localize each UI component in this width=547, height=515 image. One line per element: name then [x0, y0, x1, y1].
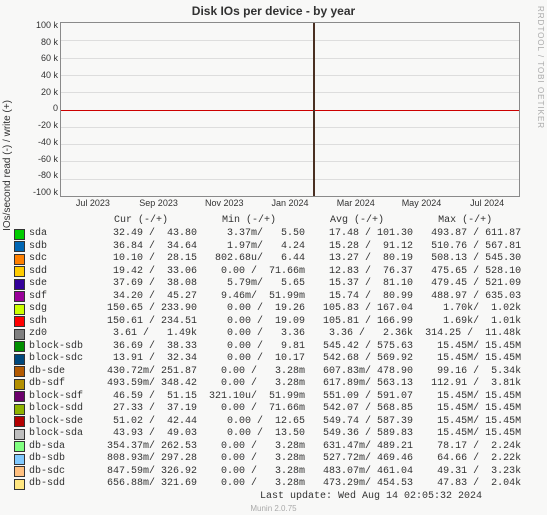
color-swatch: [14, 304, 25, 315]
color-swatch: [14, 479, 25, 490]
legend-row: db-sdd 656.88m/ 321.69 0.00 / 3.28m 473.…: [14, 478, 521, 491]
legend-row: db-sdc 847.59m/ 326.92 0.00 / 3.28m 483.…: [14, 466, 521, 479]
x-tick: Jul 2024: [454, 198, 520, 212]
x-tick: Sep 2023: [126, 198, 192, 212]
data-spike: [313, 23, 315, 196]
chart-title: Disk IOs per device - by year: [0, 4, 547, 18]
y-tick: -100 k: [22, 187, 58, 197]
zero-line: [61, 110, 519, 111]
color-swatch: [14, 316, 25, 327]
footer: Munin 2.0.75: [0, 504, 547, 513]
y-tick: -20 k: [22, 120, 58, 130]
legend-text: db-sdf 493.59m/ 348.42 0.00 / 3.28m 617.…: [29, 378, 521, 391]
legend-row: zd0 3.61 / 1.49k 0.00 / 3.36 3.36 / 2.36…: [14, 328, 521, 341]
color-swatch: [14, 391, 25, 402]
color-swatch: [14, 341, 25, 352]
color-swatch: [14, 429, 25, 440]
legend-text: sdd 19.42 / 33.06 0.00 / 71.66m 12.83 / …: [29, 266, 521, 279]
legend-text: sdf 34.20 / 45.27 9.46m/ 51.99m 15.74 / …: [29, 291, 521, 304]
x-tick: May 2024: [389, 198, 455, 212]
x-tick: Jul 2023: [60, 198, 126, 212]
y-tick: 20 k: [22, 87, 58, 97]
legend-text: db-sdb 808.93m/ 297.28 0.00 / 3.28m 527.…: [29, 453, 521, 466]
color-swatch: [14, 241, 25, 252]
y-tick: 40 k: [22, 70, 58, 80]
color-swatch: [14, 266, 25, 277]
y-tick: -80 k: [22, 170, 58, 180]
y-tick: 80 k: [22, 37, 58, 47]
legend-text: sdb 36.84 / 34.64 1.97m/ 4.24 15.28 / 91…: [29, 241, 521, 254]
y-tick: -60 k: [22, 154, 58, 164]
legend-row: sdb 36.84 / 34.64 1.97m/ 4.24 15.28 / 91…: [14, 241, 521, 254]
legend-text: sdg 150.65 / 233.90 0.00 / 19.26 105.83 …: [29, 303, 521, 316]
legend-text: db-sde 430.72m/ 251.87 0.00 / 3.28m 607.…: [29, 366, 521, 379]
legend-text: sde 37.69 / 38.08 5.79m/ 5.65 15.37 / 81…: [29, 278, 521, 291]
legend-text: sdh 150.61 / 234.51 0.00 / 19.09 105.81 …: [29, 316, 521, 329]
color-swatch: [14, 454, 25, 465]
legend-row: sdd 19.42 / 33.06 0.00 / 71.66m 12.83 / …: [14, 266, 521, 279]
legend-row: block-sde 51.02 / 42.44 0.00 / 12.65 549…: [14, 416, 521, 429]
color-swatch: [14, 441, 25, 452]
legend-row: sdg 150.65 / 233.90 0.00 / 19.26 105.83 …: [14, 303, 521, 316]
legend-row: sdc 10.10 / 28.15 802.68u/ 6.44 13.27 / …: [14, 253, 521, 266]
y-tick: -40 k: [22, 137, 58, 147]
legend-row: sda 32.49 / 43.80 3.37m/ 5.50 17.48 / 10…: [14, 228, 521, 241]
color-swatch: [14, 354, 25, 365]
legend-table: sda 32.49 / 43.80 3.37m/ 5.50 17.48 / 10…: [14, 228, 521, 491]
legend-row: block-sdf 46.59 / 51.15 321.10u/ 51.99m …: [14, 391, 521, 404]
color-swatch: [14, 366, 25, 377]
y-axis-label: IOs/second read (-) / write (+): [2, 100, 13, 231]
legend-text: zd0 3.61 / 1.49k 0.00 / 3.36 3.36 / 2.36…: [29, 328, 521, 341]
legend-row: db-sda 354.37m/ 262.53 0.00 / 3.28m 631.…: [14, 441, 521, 454]
legend-row: block-sdd 27.33 / 37.19 0.00 / 71.66m 54…: [14, 403, 521, 416]
legend-text: block-sdf 46.59 / 51.15 321.10u/ 51.99m …: [29, 391, 521, 404]
legend-text: db-sdd 656.88m/ 321.69 0.00 / 3.28m 473.…: [29, 478, 521, 491]
legend-row: sdf 34.20 / 45.27 9.46m/ 51.99m 15.74 / …: [14, 291, 521, 304]
color-swatch: [14, 416, 25, 427]
x-axis-ticks: Jul 2023Sep 2023Nov 2023Jan 2024Mar 2024…: [60, 198, 520, 212]
chart-container: Disk IOs per device - by year RRDTOOL / …: [0, 0, 547, 515]
legend-row: db-sde 430.72m/ 251.87 0.00 / 3.28m 607.…: [14, 366, 521, 379]
y-tick: 0: [22, 103, 58, 113]
plot-area: [60, 22, 520, 197]
legend-row: db-sdf 493.59m/ 348.42 0.00 / 3.28m 617.…: [14, 378, 521, 391]
legend-row: block-sda 43.93 / 49.03 0.00 / 13.50 549…: [14, 428, 521, 441]
legend-row: block-sdc 13.91 / 32.34 0.00 / 10.17 542…: [14, 353, 521, 366]
legend-text: sda 32.49 / 43.80 3.37m/ 5.50 17.48 / 10…: [29, 228, 521, 241]
legend-text: block-sdc 13.91 / 32.34 0.00 / 10.17 542…: [29, 353, 521, 366]
color-swatch: [14, 404, 25, 415]
watermark: RRDTOOL / TOBI OETIKER: [536, 6, 545, 129]
legend-row: sde 37.69 / 38.08 5.79m/ 5.65 15.37 / 81…: [14, 278, 521, 291]
legend-row: db-sdb 808.93m/ 297.28 0.00 / 3.28m 527.…: [14, 453, 521, 466]
color-swatch: [14, 279, 25, 290]
color-swatch: [14, 229, 25, 240]
y-tick: 60 k: [22, 53, 58, 63]
legend-text: db-sdc 847.59m/ 326.92 0.00 / 3.28m 483.…: [29, 466, 521, 479]
x-tick: Jan 2024: [257, 198, 323, 212]
color-swatch: [14, 329, 25, 340]
x-tick: Nov 2023: [191, 198, 257, 212]
legend-text: sdc 10.10 / 28.15 802.68u/ 6.44 13.27 / …: [29, 253, 521, 266]
y-tick: 100 k: [22, 20, 58, 30]
color-swatch: [14, 291, 25, 302]
color-swatch: [14, 379, 25, 390]
legend-text: db-sda 354.37m/ 262.53 0.00 / 3.28m 631.…: [29, 441, 521, 454]
legend-header: Cur (-/+) Min (-/+) Avg (-/+) Max (-/+): [30, 215, 530, 226]
x-tick: Mar 2024: [323, 198, 389, 212]
color-swatch: [14, 466, 25, 477]
legend-text: block-sdd 27.33 / 37.19 0.00 / 71.66m 54…: [29, 403, 521, 416]
legend-text: block-sdb 36.69 / 38.33 0.00 / 9.81 545.…: [29, 341, 521, 354]
legend-text: block-sda 43.93 / 49.03 0.00 / 13.50 549…: [29, 428, 521, 441]
y-axis-ticks: 100 k 80 k 60 k 40 k 20 k 0 -20 k -40 k -60 k -80…: [22, 20, 58, 197]
legend-text: block-sde 51.02 / 42.44 0.00 / 12.65 549…: [29, 416, 521, 429]
legend-row: sdh 150.61 / 234.51 0.00 / 19.09 105.81 …: [14, 316, 521, 329]
last-update: Last update: Wed Aug 14 02:05:32 2024: [260, 491, 482, 502]
legend-row: block-sdb 36.69 / 38.33 0.00 / 9.81 545.…: [14, 341, 521, 354]
color-swatch: [14, 254, 25, 265]
